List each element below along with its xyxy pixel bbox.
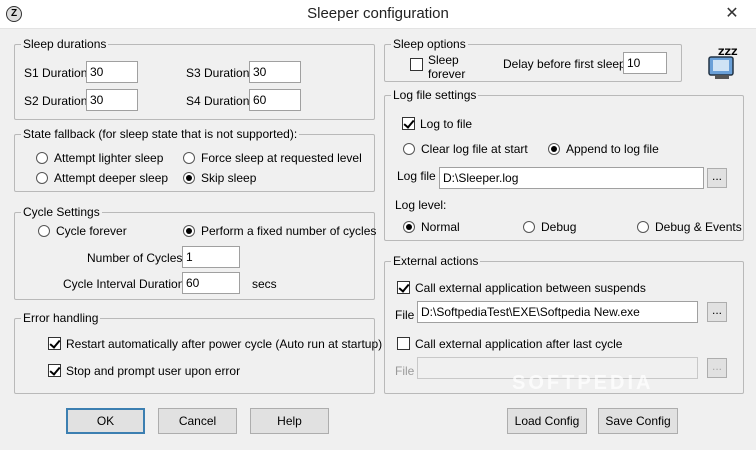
cycle-forever-label: Cycle forever [56,224,127,238]
radio-skip-sleep[interactable] [183,172,195,184]
radio-fixed-cycles[interactable] [183,225,195,237]
radio-clear-log[interactable] [403,143,415,155]
cancel-button[interactable]: Cancel [158,408,237,434]
error-handling-group: Error handling Restart automatically aft… [14,311,382,394]
cycle-settings-group: Cycle Settings Cycle forever Perform a f… [14,205,377,300]
call-between-label: Call external application between suspen… [415,281,646,295]
sleep-forever-label-line1: Sleep [428,53,459,67]
attempt-lighter-label: Attempt lighter sleep [54,151,164,165]
logo-zzz-text: ZZZ [718,48,738,58]
radio-level-normal[interactable] [403,221,415,233]
state-fallback-group: State fallback (for sleep state that is … [14,127,375,192]
ok-button[interactable]: OK [66,408,145,434]
cycle-interval-input[interactable]: 60 [182,272,240,294]
stop-prompt-checkbox[interactable] [48,364,61,377]
append-log-label: Append to log file [566,142,659,156]
restart-auto-label: Restart automatically after power cycle … [66,337,383,351]
s4-duration-input[interactable]: 60 [249,89,301,111]
load-config-button[interactable]: Load Config [507,408,587,434]
radio-attempt-deeper[interactable] [36,172,48,184]
sleep-forever-label-line2: forever [428,67,466,81]
sleep-durations-group: Sleep durations S1 Duration 30 S3 Durati… [14,37,375,120]
force-sleep-label: Force sleep at requested level [201,151,362,165]
log-file-settings-legend: Log file settings [391,88,479,102]
radio-cycle-forever[interactable] [38,225,50,237]
external-file2-label: File [395,364,415,378]
stop-prompt-label: Stop and prompt user upon error [66,364,241,378]
title-bar: Z Sleeper configuration ✕ [0,0,756,29]
level-debug-label: Debug [541,220,577,234]
radio-append-log[interactable] [548,143,560,155]
external-file-input[interactable]: D:\SoftpediaTest\EXE\Softpedia New.exe [417,301,698,323]
delay-first-sleep-label: Delay before first sleep [503,57,626,71]
log-file-path-label: Log file [397,169,436,183]
sleep-durations-legend: Sleep durations [21,37,109,51]
s3-duration-input[interactable]: 30 [249,61,301,83]
sleep-options-group: Sleep options Sleep forever Delay before… [384,37,682,82]
call-after-checkbox[interactable] [397,337,410,350]
error-handling-legend: Error handling [21,311,101,325]
clear-log-label: Clear log file at start [421,142,528,156]
number-of-cycles-label: Number of Cycles [87,251,183,265]
s4-duration-label: S4 Duration [186,94,250,108]
call-after-label: Call external application after last cyc… [415,337,623,351]
external-actions-legend: External actions [391,254,481,268]
cycle-interval-label: Cycle Interval Duration [63,277,185,291]
radio-level-debug[interactable] [523,221,535,233]
number-of-cycles-input[interactable]: 1 [182,246,240,268]
level-normal-label: Normal [421,220,460,234]
log-file-settings-group: Log file settings Log to file Clear log … [384,88,744,241]
sleep-forever-checkbox[interactable] [410,58,423,71]
close-icon[interactable]: ✕ [722,4,742,24]
external-file-browse-button[interactable]: ... [707,302,727,322]
call-between-checkbox[interactable] [397,281,410,294]
skip-sleep-label: Skip sleep [201,171,257,185]
s3-duration-label: S3 Duration [186,66,250,80]
external-file2-browse-button[interactable]: ... [707,358,727,378]
state-fallback-legend: State fallback (for sleep state that is … [21,127,300,141]
log-to-file-label: Log to file [420,117,473,131]
external-file-label: File [395,308,415,322]
save-config-button[interactable]: Save Config [598,408,678,434]
window-title: Sleeper configuration [307,5,449,22]
log-file-browse-button[interactable]: ... [707,168,727,188]
radio-force-sleep[interactable] [183,152,195,164]
log-file-path-input[interactable]: D:\Sleeper.log [439,167,704,189]
cycle-settings-legend: Cycle Settings [21,205,102,219]
s1-duration-label: S1 Duration [24,66,88,80]
cycle-interval-unit: secs [252,277,277,291]
s2-duration-label: S2 Duration [24,94,88,108]
level-debug-events-label: Debug & Events [655,220,742,234]
help-button[interactable]: Help [250,408,329,434]
delay-first-sleep-input[interactable]: 10 [623,52,667,74]
sleep-options-legend: Sleep options [391,37,468,51]
sleeper-logo-icon: ZZZ [708,48,738,79]
radio-level-debug-events[interactable] [637,221,649,233]
attempt-deeper-label: Attempt deeper sleep [54,171,169,185]
log-level-label: Log level: [395,198,447,212]
radio-attempt-lighter[interactable] [36,152,48,164]
s2-duration-input[interactable]: 30 [86,89,138,111]
restart-auto-checkbox[interactable] [48,337,61,350]
log-to-file-checkbox[interactable] [402,117,415,130]
fixed-cycles-label: Perform a fixed number of cycles [201,224,377,238]
s1-duration-input[interactable]: 30 [86,61,138,83]
softpedia-watermark: SOFTPEDIA [512,372,654,394]
